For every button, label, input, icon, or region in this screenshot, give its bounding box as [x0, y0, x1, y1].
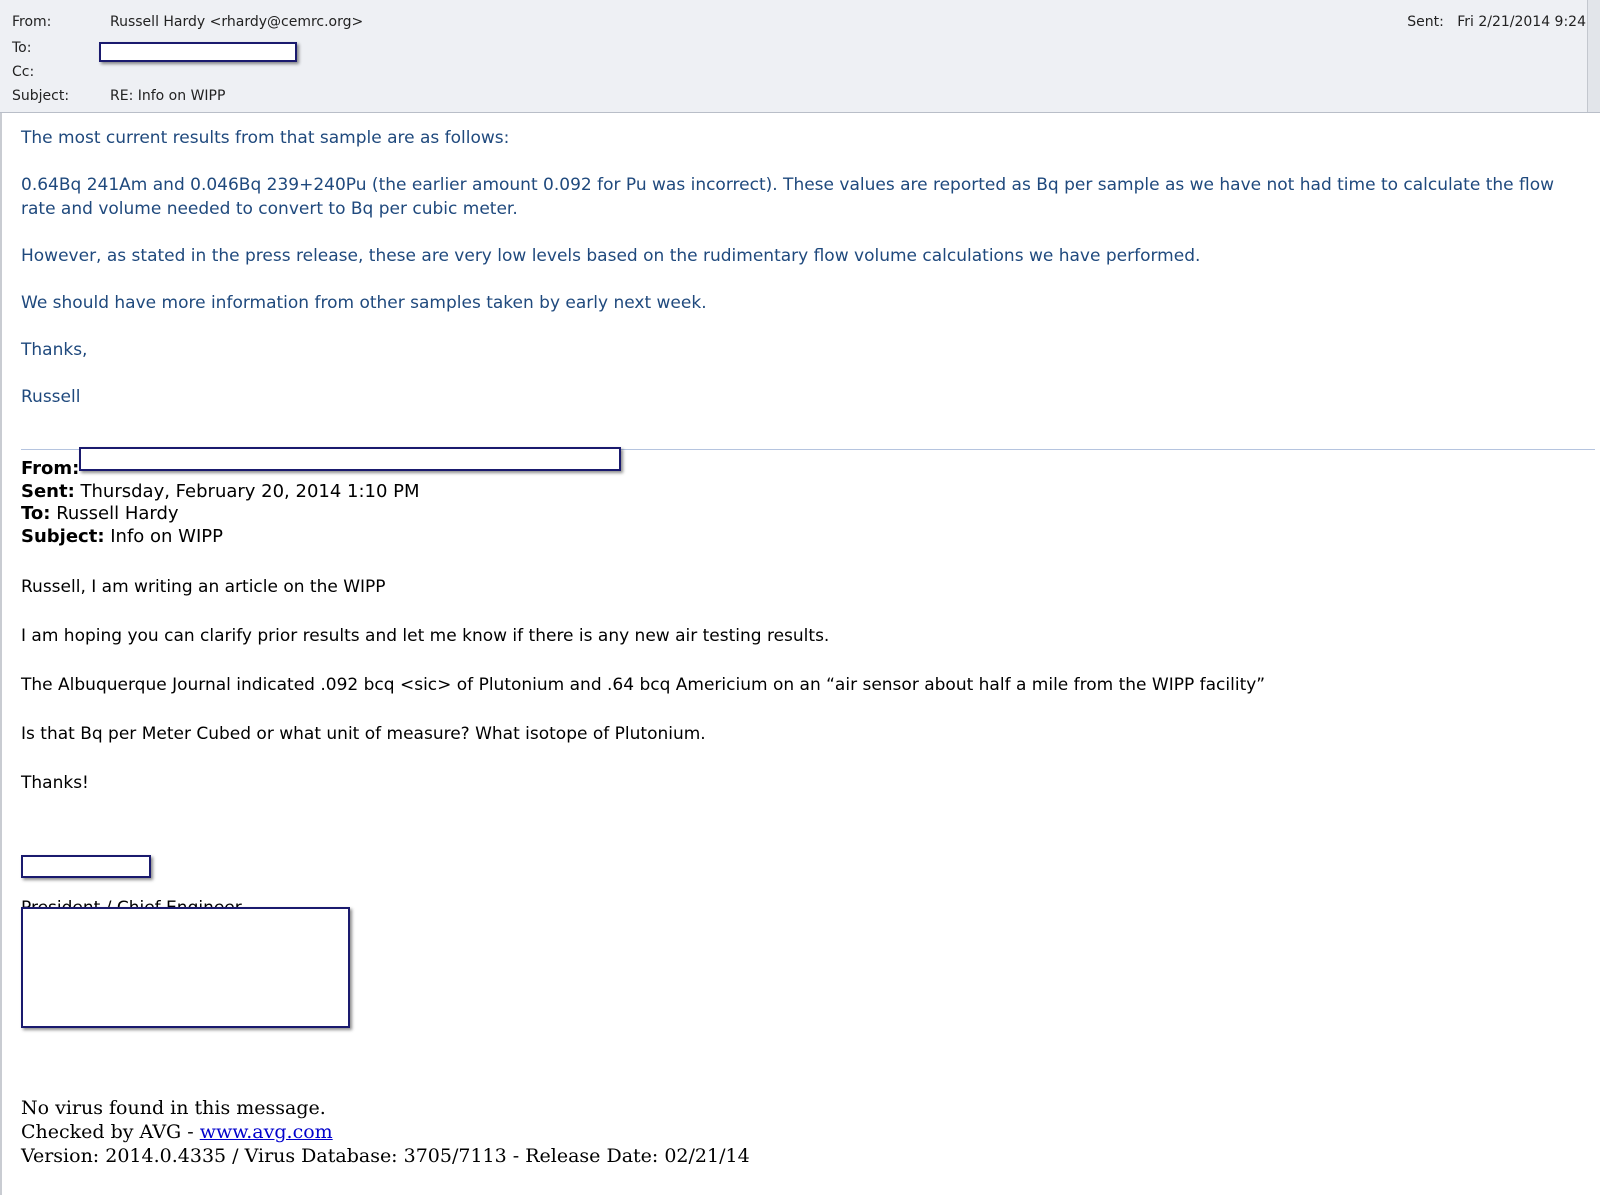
quoted-sent-value: Thursday, February 20, 2014 1:10 PM — [80, 480, 420, 502]
to-label: To: — [12, 40, 32, 56]
to-redaction — [99, 42, 297, 62]
avg-link[interactable]: www.avg.com — [200, 1121, 333, 1143]
reply-paragraph: The most current results from that sampl… — [21, 128, 510, 148]
quoted-body: Russell, I am writing an article on the … — [21, 575, 1581, 820]
quoted-from-label: From: — [21, 458, 80, 479]
from-value[interactable]: Russell Hardy <rhardy@cemrc.org> — [110, 14, 363, 30]
quoted-sent-row: Sent: Thursday, February 20, 2014 1:10 P… — [21, 481, 1591, 504]
message-header: From: Russell Hardy <rhardy@cemrc.org> T… — [0, 0, 1600, 113]
sent-info: Sent: Fri 2/21/2014 9:24 — [1407, 14, 1586, 30]
avg-line-2: Checked by AVG - www.avg.com — [21, 1120, 750, 1144]
quoted-paragraph: Thanks! — [21, 773, 89, 793]
quoted-from-redaction — [79, 447, 621, 471]
reply-body: The most current results from that sampl… — [21, 126, 1581, 432]
reply-paragraph: 0.64Bq 241Am and 0.046Bq 239+240Pu (the … — [21, 175, 1555, 219]
avg-line-3: Version: 2014.0.4335 / Virus Database: 3… — [21, 1145, 750, 1167]
cc-label: Cc: — [12, 64, 35, 80]
subject-label: Subject: — [12, 88, 70, 104]
reply-signature: Russell — [21, 387, 81, 407]
quoted-subject-label: Subject: — [21, 525, 105, 547]
quoted-to-row: To: Russell Hardy — [21, 503, 1591, 526]
subject-value: RE: Info on WIPP — [110, 88, 226, 104]
signature-logo-redaction — [21, 907, 350, 1028]
quoted-sent-label: Sent: — [21, 480, 75, 502]
avg-footer: No virus found in this message. Checked … — [21, 1096, 750, 1168]
quoted-paragraph: Is that Bq per Meter Cubed or what unit … — [21, 724, 706, 744]
reply-paragraph: We should have more information from oth… — [21, 293, 707, 313]
quoted-paragraph: The Albuquerque Journal indicated .092 b… — [21, 675, 1266, 695]
window-left-border — [0, 0, 2, 1195]
header-scrollbar[interactable] — [1587, 0, 1600, 112]
quoted-paragraph: Russell, I am writing an article on the … — [21, 577, 386, 597]
sent-value: Fri 2/21/2014 9:24 — [1457, 14, 1586, 30]
quoted-subject-row: Subject: Info on WIPP — [21, 526, 1591, 549]
quoted-header: From: Sent: Thursday, February 20, 2014 … — [21, 458, 1591, 548]
quoted-to-label: To: — [21, 503, 51, 524]
avg-line-1: No virus found in this message. — [21, 1097, 326, 1119]
quoted-to-value: Russell Hardy — [56, 503, 179, 524]
quoted-subject-value: Info on WIPP — [110, 525, 223, 547]
from-label: From: — [12, 14, 52, 30]
reply-paragraph: Thanks, — [21, 340, 88, 360]
quoted-paragraph: I am hoping you can clarify prior result… — [21, 626, 830, 646]
signature-name-redaction — [21, 855, 151, 878]
reply-paragraph: However, as stated in the press release,… — [21, 246, 1201, 266]
sent-label: Sent: — [1407, 14, 1444, 30]
avg-line-2-prefix: Checked by AVG - — [21, 1121, 200, 1143]
